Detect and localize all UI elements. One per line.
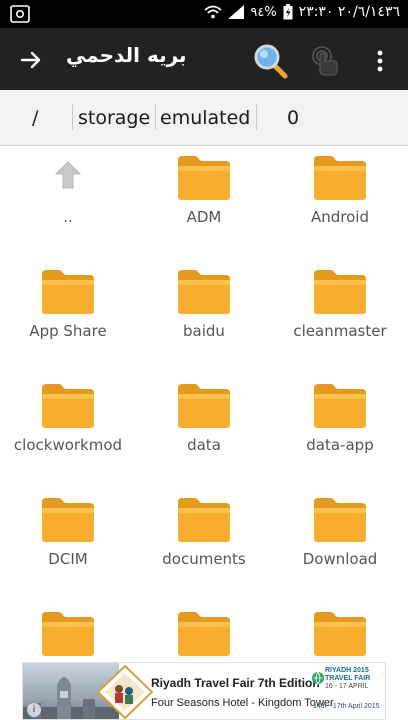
folder-icon bbox=[42, 612, 94, 656]
breadcrumb-divider bbox=[72, 104, 73, 130]
wifi-icon bbox=[204, 5, 222, 19]
breadcrumb-root[interactable]: / bbox=[32, 104, 38, 132]
signal-icon bbox=[228, 5, 245, 19]
folder-item[interactable]: clockworkmod bbox=[0, 374, 136, 488]
item-label: Download bbox=[302, 550, 378, 568]
item-label: cleanmaster bbox=[293, 322, 387, 340]
ad-brand-dates: 16 - 17 APRIL bbox=[325, 683, 369, 690]
battery-icon bbox=[283, 4, 293, 20]
ad-date: 14th - 17th April 2015 bbox=[313, 703, 380, 710]
folder-item[interactable]: Download bbox=[272, 488, 408, 602]
back-button[interactable] bbox=[16, 45, 46, 75]
breadcrumb-zero[interactable]: 0 bbox=[287, 104, 299, 132]
folder-icon bbox=[42, 498, 94, 542]
folder-icon bbox=[178, 156, 230, 200]
folder-icon bbox=[178, 270, 230, 314]
status-datetime: ٢٠/٦/١٤٣٦ ٢٣:٣٠ bbox=[298, 4, 400, 20]
search-button[interactable] bbox=[252, 42, 290, 80]
folder-icon bbox=[314, 498, 366, 542]
item-label: App Share bbox=[29, 322, 107, 340]
app-title: بريه الدحمي bbox=[66, 43, 187, 67]
status-bar: ٩٤% ٢٠/٦/١٤٣٦ ٢٣:٣٠ bbox=[0, 0, 408, 28]
ad-banner[interactable]: i Riyadh Travel Fair 7th Edition Four Se… bbox=[22, 662, 386, 720]
fair-logo-icon bbox=[97, 665, 153, 719]
action-bar: بريه الدحمي bbox=[0, 28, 408, 90]
breadcrumb-storage[interactable]: storage bbox=[78, 104, 150, 132]
ad-subtitle: Four Seasons Hotel - Kingdom Tower bbox=[151, 697, 334, 709]
folder-icon bbox=[178, 612, 230, 656]
item-label: documents bbox=[162, 550, 246, 568]
breadcrumb-divider bbox=[155, 104, 156, 130]
folder-icon bbox=[42, 384, 94, 428]
ad-title: Riyadh Travel Fair 7th Edition bbox=[151, 676, 320, 690]
item-label: .. bbox=[63, 208, 73, 226]
folder-icon bbox=[178, 498, 230, 542]
folder-item[interactable]: data-app bbox=[272, 374, 408, 488]
folder-icon bbox=[314, 270, 366, 314]
item-label: clockworkmod bbox=[13, 436, 123, 454]
folder-item[interactable]: data bbox=[136, 374, 272, 488]
arrow-right-icon bbox=[20, 51, 41, 69]
overflow-menu-button[interactable] bbox=[362, 42, 398, 80]
search-icon bbox=[254, 44, 288, 79]
ad-brand-name: RIYADH 2015 TRAVEL FAIR bbox=[325, 667, 371, 682]
folder-icon bbox=[178, 384, 230, 428]
item-label: data bbox=[187, 436, 221, 454]
parent-up-icon bbox=[54, 161, 82, 189]
file-grid: .. ADM Android App Share baidu cleanmaster clo… bbox=[0, 146, 408, 662]
folder-item[interactable]: Android bbox=[272, 146, 408, 260]
folder-item[interactable]: DCIM bbox=[0, 488, 136, 602]
item-label: baidu bbox=[183, 322, 225, 340]
folder-icon bbox=[42, 270, 94, 314]
parent-directory-item[interactable]: .. bbox=[0, 146, 136, 260]
item-label: DCIM bbox=[48, 550, 88, 568]
ad-brand: RIYADH 2015 TRAVEL FAIR 16 - 17 APRIL bbox=[312, 667, 385, 691]
folder-icon bbox=[314, 384, 366, 428]
touch-button[interactable] bbox=[306, 42, 344, 80]
folder-item[interactable]: documents bbox=[136, 488, 272, 602]
status-icons: ٩٤% ٢٠/٦/١٤٣٦ ٢٣:٣٠ bbox=[204, 4, 400, 20]
item-label: Android bbox=[311, 208, 369, 226]
item-label: data-app bbox=[306, 436, 374, 454]
folder-icon bbox=[314, 612, 366, 656]
touch-icon bbox=[312, 46, 338, 76]
folder-item[interactable]: cleanmaster bbox=[272, 260, 408, 374]
breadcrumb: / storage emulated 0 bbox=[0, 90, 408, 146]
item-label: ADM bbox=[186, 208, 222, 226]
folder-icon bbox=[314, 156, 366, 200]
folder-item[interactable]: baidu bbox=[136, 260, 272, 374]
battery-percent: ٩٤% bbox=[250, 4, 277, 20]
breadcrumb-emulated[interactable]: emulated bbox=[160, 104, 250, 132]
screenshot-icon bbox=[10, 5, 30, 23]
breadcrumb-divider bbox=[256, 104, 257, 130]
folder-item[interactable]: App Share bbox=[0, 260, 136, 374]
ad-info-icon[interactable]: i bbox=[27, 703, 41, 717]
globe-icon bbox=[312, 671, 324, 685]
folder-item[interactable]: ADM bbox=[136, 146, 272, 260]
overflow-menu-icon bbox=[377, 50, 383, 72]
